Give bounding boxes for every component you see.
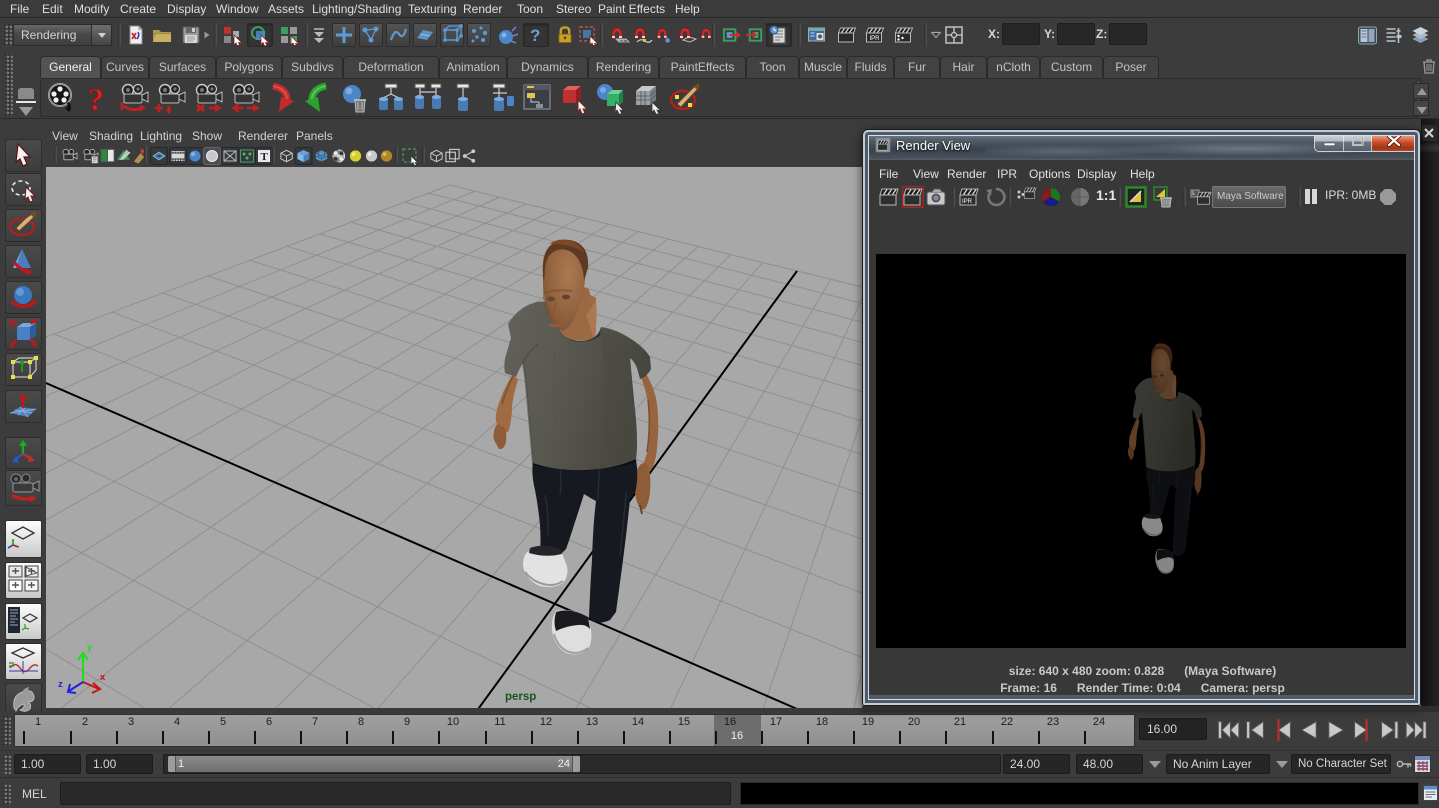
- svg-text:?: ?: [530, 26, 540, 45]
- svg-text:?: ?: [88, 82, 104, 114]
- svg-text:persp: persp: [505, 691, 536, 703]
- svg-text:IPR: IPR: [870, 36, 881, 42]
- svg-text:T: T: [261, 151, 269, 163]
- svg-text:y: y: [87, 642, 93, 653]
- svg-text:z: z: [58, 679, 63, 690]
- svg-text:IPR: IPR: [962, 199, 973, 205]
- svg-text:x: x: [100, 672, 106, 683]
